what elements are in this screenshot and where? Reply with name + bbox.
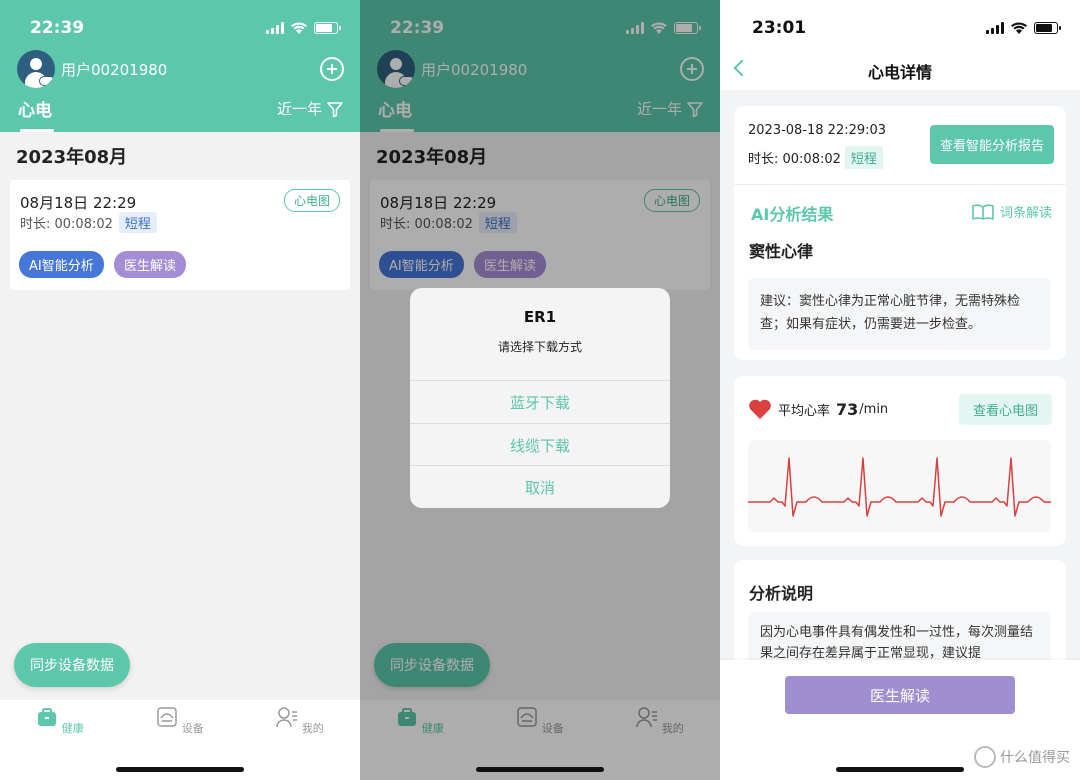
heart-icon (749, 399, 771, 419)
nav-bar: 心电详情 (720, 50, 1080, 90)
home-indicator (476, 767, 604, 772)
screen-ecg-detail: 23:01 心电详情 2023-08-18 22:29:03 时长: 00:08… (720, 0, 1080, 780)
tab-device[interactable]: 设备 (140, 706, 220, 736)
home-indicator (116, 767, 244, 772)
bluetooth-download-button[interactable]: 蓝牙下载 (410, 380, 670, 423)
advice-text: 建议：窦性心律为正常心脏节律，无需特殊检查；如果有症状，仍需要进一步检查。 (748, 278, 1051, 350)
month-heading: 2023年08月 (16, 147, 128, 168)
hr-label: 平均心率 (778, 403, 831, 419)
sync-device-button[interactable]: 同步设备数据 (14, 643, 130, 687)
glossary-label: 词条解读 (999, 206, 1052, 221)
username: 用户00201980 (61, 60, 168, 79)
wifi-icon (1011, 22, 1027, 34)
view-report-button[interactable]: 查看智能分析报告 (929, 125, 1054, 164)
record-date: 08月18日 22:29 (20, 194, 137, 212)
divider (734, 184, 1066, 185)
short-tag: 短程 (118, 212, 157, 233)
record-datetime: 2023-08-18 22:29:03 (748, 123, 887, 138)
ecg-waveform (748, 440, 1051, 532)
short-tag: 短程 (844, 146, 883, 169)
status-time: 23:01 (752, 18, 807, 38)
page-title: 心电详情 (867, 63, 932, 82)
range-filter[interactable]: 近一年 (277, 98, 344, 119)
signal-icon (986, 22, 1004, 34)
cancel-button[interactable]: 取消 (410, 465, 670, 508)
tab-ecg[interactable]: 心电 (18, 96, 52, 121)
battery-icon (314, 22, 341, 34)
tab-mine-label: 我的 (301, 722, 324, 735)
dialog-title: ER1 (523, 308, 557, 326)
doctor-interpret-button[interactable]: 医生解读 (785, 676, 1015, 714)
home-indicator (836, 767, 964, 772)
signal-icon (266, 22, 284, 34)
ai-result-title: AI分析结果 (751, 205, 834, 224)
hr-value: 73 (836, 399, 859, 419)
tab-indicator (20, 129, 54, 132)
tab-device-label: 设备 (181, 722, 204, 735)
device-icon (157, 707, 177, 727)
screen-download-dialog: 22:39 用户00201980 心电 近一年 2023年08月 08月18日 … (360, 0, 720, 780)
heart-rate-card: 平均心率 73/min 查看心电图 (734, 376, 1066, 546)
status-bar: 23:01 (750, 18, 1061, 38)
status-time: 22:39 (30, 18, 85, 38)
glossary-link[interactable]: 词条解读 (972, 202, 1052, 221)
status-bar: 22:39 (30, 18, 341, 38)
book-icon (972, 203, 994, 220)
summary-card: 2023-08-18 22:29:03 时长: 00:08:02 短程 查看智能… (734, 106, 1066, 360)
ai-analysis-button[interactable]: AI智能分析 (19, 251, 104, 278)
watermark: 什么值得买 (974, 746, 1070, 768)
dialog-subtitle: 请选择下载方式 (497, 340, 582, 354)
record-duration: 时长: 00:08:02 (20, 217, 113, 232)
avatar[interactable] (17, 50, 55, 88)
screen-ecg-list: 22:39 用户00201980 心电 近一年 2023年08月 08月18日 … (0, 0, 360, 780)
doctor-interpret-button[interactable]: 医生解读 (114, 251, 187, 278)
profile-icon (276, 707, 298, 728)
cable-download-button[interactable]: 线缆下载 (410, 423, 670, 466)
range-label: 近一年 (276, 100, 322, 118)
rhythm-result: 窦性心律 (749, 242, 814, 261)
analysis-title: 分析说明 (749, 584, 814, 603)
tab-mine[interactable]: 我的 (260, 706, 340, 736)
view-ecg-button[interactable]: 查看心电图 (958, 394, 1052, 425)
watermark-logo-icon (974, 746, 996, 768)
ecg-record-card[interactable]: 08月18日 22:29 时长: 00:08:02 短程 心电图 AI智能分析 … (10, 180, 350, 290)
download-dialog: ER1 请选择下载方式 蓝牙下载 线缆下载 取消 (410, 288, 670, 508)
ecg-trace (748, 457, 1051, 517)
record-duration: 时长: 00:08:02 (748, 152, 841, 167)
add-icon[interactable] (320, 57, 344, 81)
watermark-text: 什么值得买 (1000, 750, 1070, 766)
tab-health[interactable]: 健康 (20, 706, 100, 736)
wifi-icon (291, 22, 307, 34)
hr-unit: /min (859, 401, 889, 417)
filter-icon (327, 101, 343, 117)
ecg-chart-button[interactable]: 心电图 (283, 189, 340, 212)
battery-icon (1034, 22, 1061, 34)
header: 22:39 用户00201980 心电 近一年 (0, 0, 360, 132)
tab-health-label: 健康 (61, 722, 84, 735)
medkit-icon (38, 708, 57, 726)
